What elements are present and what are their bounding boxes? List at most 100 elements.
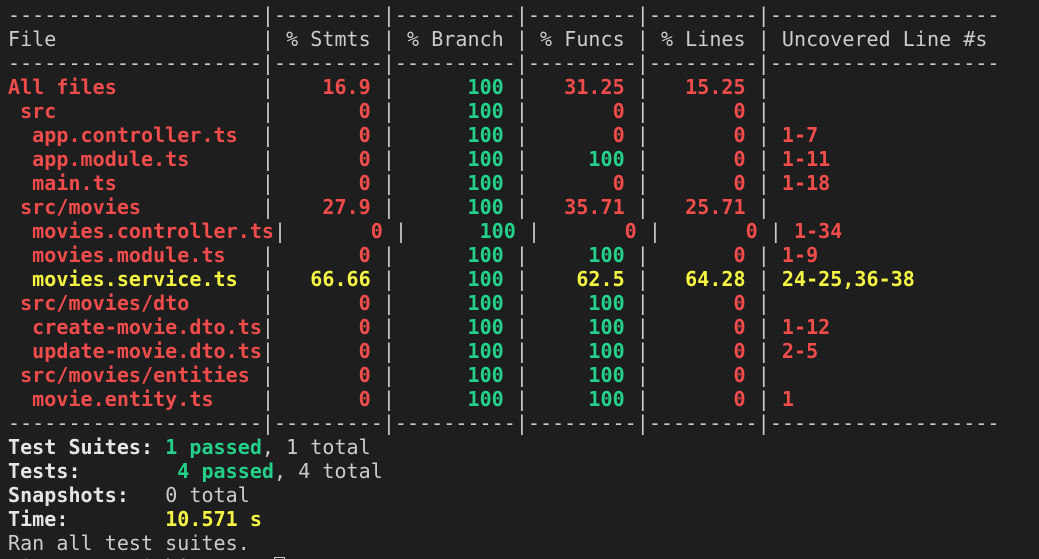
separator: | [636, 387, 649, 411]
row-file: src/movies/dto [8, 291, 190, 315]
row-branch: 100 [394, 123, 516, 147]
row-lines: 64.28 [648, 267, 758, 291]
row-uncovered [770, 363, 782, 387]
tests-passed: 4 passed [177, 459, 275, 483]
row-funcs: 31.25 [527, 75, 637, 99]
separator: | [636, 171, 649, 195]
separator: | [515, 147, 528, 171]
ran-message-text: Ran all test suites. [8, 531, 250, 555]
separator: | [757, 363, 770, 387]
separator: | [757, 291, 770, 315]
separator: | [261, 363, 275, 387]
table-row: src/movies/dto | 0 | 100 | 100 | 0 | [8, 291, 782, 315]
separator: | [515, 27, 528, 51]
table-row: movie.entity.ts | 0 | 100 | 100 | 0 | 1 [8, 387, 794, 411]
prompt-line[interactable]: PS D:\NestJS\hi-nest> [8, 555, 286, 559]
table-row: main.ts | 0 | 100 | 0 | 0 | 1-18 [8, 171, 830, 195]
row-file: src/movies/entities [8, 363, 250, 387]
row-funcs: 100 [527, 291, 637, 315]
separator: | [757, 27, 770, 51]
header-uncovered: Uncovered Line #s [769, 27, 988, 51]
row-uncovered: 1-12 [769, 315, 831, 339]
separator: | [261, 243, 275, 267]
row-stmts: 0 [274, 387, 383, 411]
row-branch: 100 [394, 243, 516, 267]
separator: | [636, 291, 649, 315]
table-divider-bottom: ---------------------|---------|--------… [8, 411, 999, 435]
row-file: update-movie.dto.ts [8, 339, 262, 363]
row-uncovered: 1-18 [769, 171, 831, 195]
header-branch: % Branch [394, 27, 516, 51]
row-lines: 0 [660, 219, 770, 243]
row-stmts: 0 [274, 363, 383, 387]
separator: | [757, 243, 770, 267]
separator: | [382, 315, 395, 339]
row-lines: 0 [648, 243, 758, 267]
separator: | [261, 27, 275, 51]
separator: | [382, 339, 395, 363]
row-stmts: 27.9 [274, 195, 383, 219]
separator: | [274, 219, 287, 243]
separator: | [515, 243, 528, 267]
separator: | [382, 147, 395, 171]
row-file: All files [8, 75, 117, 99]
row-file: app.module.ts [8, 147, 190, 171]
row-branch: 100 [394, 291, 516, 315]
separator: | [515, 315, 528, 339]
row-branch: 100 [394, 147, 516, 171]
table-row: src | 0 | 100 | 0 | 0 | [8, 99, 782, 123]
row-lines: 0 [648, 147, 758, 171]
row-stmts: 16.9 [274, 75, 383, 99]
row-file: movie.entity.ts [8, 387, 214, 411]
row-branch: 100 [394, 339, 516, 363]
separator: | [757, 171, 770, 195]
time-label: Time: [8, 507, 69, 531]
separator: | [757, 123, 770, 147]
header-funcs: % Funcs [527, 27, 637, 51]
terminal-window[interactable]: ---------------------|---------|--------… [0, 0, 1039, 559]
row-uncovered [770, 99, 782, 123]
row-lines: 0 [648, 339, 758, 363]
separator: | [261, 195, 275, 219]
separator: | [636, 243, 649, 267]
separator: | [757, 387, 770, 411]
row-uncovered: 1-34 [781, 219, 843, 243]
separator: | [636, 75, 649, 99]
separator: | [382, 75, 395, 99]
separator: | [382, 291, 395, 315]
tests-total: , 4 total [274, 459, 383, 483]
time-value: 10.571 s [165, 507, 262, 531]
separator: | [382, 171, 395, 195]
tests-label: Tests: [8, 459, 81, 483]
separator: | [769, 219, 782, 243]
divider-text: ---------------------|---------|--------… [8, 411, 1000, 435]
separator: | [515, 387, 528, 411]
row-stmts: 0 [274, 147, 383, 171]
row-branch: 100 [394, 267, 516, 291]
table-header: File | % Stmts | % Branch | % Funcs | % … [8, 27, 987, 51]
row-funcs: 100 [527, 315, 637, 339]
row-file: main.ts [8, 171, 117, 195]
row-file: create-movie.dto.ts [8, 315, 262, 339]
separator: | [261, 315, 275, 339]
separator: | [757, 315, 770, 339]
separator: | [515, 291, 528, 315]
table-row: src/movies/entities | 0 | 100 | 100 | 0 … [8, 363, 782, 387]
row-funcs: 0 [527, 123, 637, 147]
row-lines: 0 [648, 315, 758, 339]
row-uncovered [770, 291, 782, 315]
separator: | [636, 123, 649, 147]
separator: | [261, 387, 275, 411]
row-uncovered: 1-9 [769, 243, 819, 267]
separator: | [515, 363, 528, 387]
row-funcs: 0 [527, 99, 637, 123]
